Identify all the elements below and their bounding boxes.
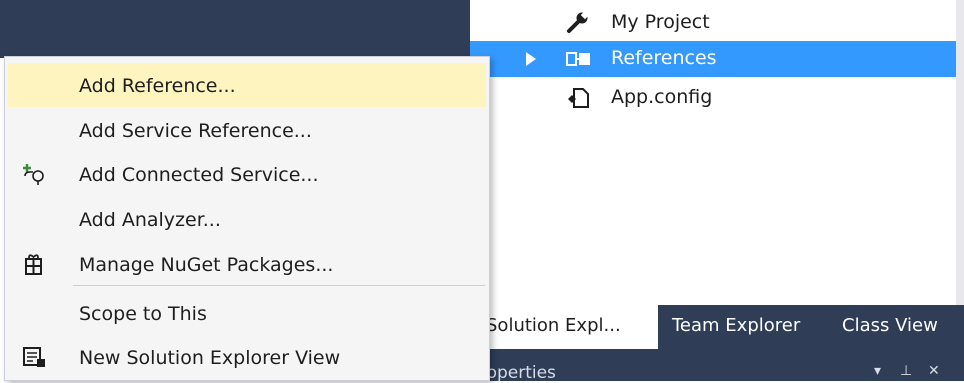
pin-icon[interactable]: ⊥ [900, 363, 912, 379]
tab-class-view[interactable]: Class View [842, 305, 938, 349]
config-file-icon [566, 87, 590, 109]
context-menu: Add Reference... Add Service Reference..… [4, 56, 490, 381]
new-explorer-view-icon [21, 345, 47, 369]
menu-item-scope-to-this[interactable]: Scope to This [8, 291, 486, 335]
properties-window-header: Properties ▾ ⊥ ✕ [470, 349, 964, 383]
menu-item-add-service-reference[interactable]: Add Service Reference... [8, 108, 486, 152]
tab-solution-explorer[interactable]: Solution Expl... [470, 305, 658, 349]
tree-item-label: References [611, 47, 717, 69]
menu-item-label: Add Service Reference... [79, 120, 312, 142]
tree-item-label: My Project [611, 11, 710, 33]
ide-chrome-dark-area [0, 0, 470, 58]
menu-item-add-connected-service[interactable]: Add Connected Service... [8, 152, 486, 196]
menu-item-add-reference[interactable]: Add Reference... [8, 63, 486, 107]
tree-item-label: App.config [611, 86, 713, 108]
vertical-scrollbar[interactable] [956, 0, 964, 305]
solution-explorer-tree: My Project References App.config [470, 0, 964, 305]
menu-item-label: New Solution Explorer View [79, 347, 341, 369]
connected-service-icon [21, 162, 47, 186]
menu-item-label: Scope to This [79, 303, 207, 325]
tree-item-app-config[interactable]: App.config [470, 80, 956, 116]
close-icon[interactable]: ✕ [928, 363, 940, 379]
tab-team-explorer[interactable]: Team Explorer [672, 305, 800, 349]
menu-item-label: Add Analyzer... [79, 209, 221, 231]
tree-item-references[interactable]: References [470, 41, 956, 77]
dropdown-icon[interactable]: ▾ [874, 363, 881, 379]
menu-item-manage-nuget-packages[interactable]: Manage NuGet Packages... [8, 242, 486, 286]
tool-window-tabs: Solution Expl... Team Explorer Class Vie… [470, 305, 964, 349]
menu-separator [73, 285, 485, 286]
wrench-icon [566, 10, 590, 34]
expand-arrow-icon[interactable] [526, 52, 536, 66]
tree-item-my-project[interactable]: My Project [470, 5, 956, 41]
menu-item-add-analyzer[interactable]: Add Analyzer... [8, 197, 486, 241]
menu-item-label: Manage NuGet Packages... [79, 254, 334, 276]
references-icon [566, 48, 590, 70]
menu-item-label: Add Reference... [79, 75, 236, 97]
menu-item-new-solution-explorer-view[interactable]: New Solution Explorer View [8, 335, 486, 379]
nuget-package-icon [21, 252, 47, 276]
menu-item-label: Add Connected Service... [79, 164, 319, 186]
